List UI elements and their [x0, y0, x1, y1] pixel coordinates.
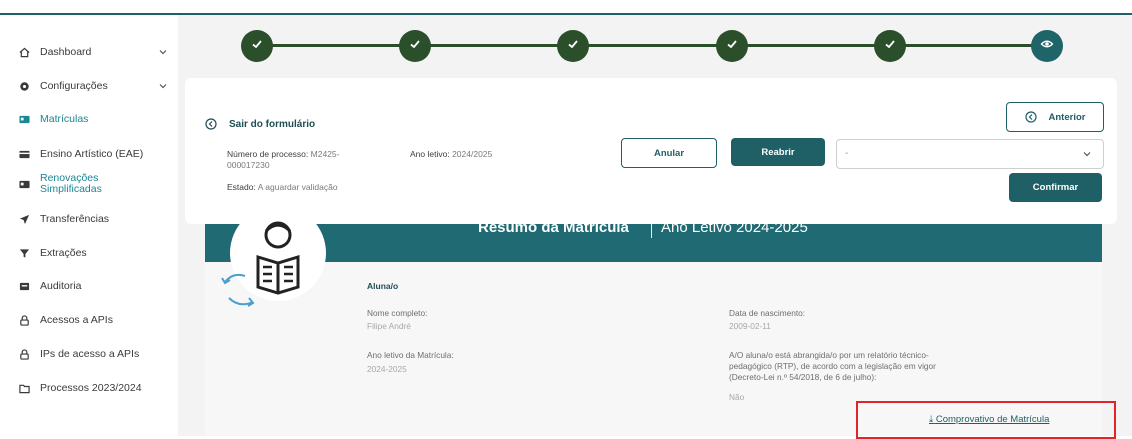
id-card-icon: [18, 178, 30, 190]
sidebar-item-ips-apis[interactable]: IPs de acesso a APIs: [18, 348, 168, 360]
full-name-label: Nome completo:: [367, 308, 428, 318]
step-3[interactable]: [557, 30, 589, 62]
sidebar-item-ensino-artistico[interactable]: Ensino Artístico (EAE): [18, 148, 168, 160]
sidebar-item-renovacoes[interactable]: Renovações Simplificadas: [18, 173, 168, 195]
state-value: A aguardar validação: [257, 182, 338, 192]
check-icon: [250, 37, 264, 56]
sidebar-item-transferencias[interactable]: Transferências: [18, 213, 168, 225]
sidebar-item-label: Acessos a APIs: [40, 314, 113, 326]
sidebar-item-label: Dashboard: [40, 46, 92, 58]
check-icon: [725, 37, 739, 56]
state-field: Estado: A aguardar validação: [227, 182, 338, 193]
action-select[interactable]: -: [836, 139, 1104, 169]
birth-date-value: 2009-02-11: [729, 321, 771, 331]
rtp-value: Não: [729, 392, 745, 402]
summary-title-separator: [651, 221, 652, 238]
home-icon: [18, 46, 30, 58]
process-number-field: Número de processo: M2425- 000017230: [227, 149, 377, 171]
sidebar-item-label: Auditoria: [40, 280, 82, 292]
sidebar-item-acessos-apis[interactable]: Acessos a APIs: [18, 314, 168, 326]
full-name-value: Filipe André: [367, 321, 411, 331]
summary-banner: [205, 224, 1102, 262]
id-card-icon: [18, 113, 30, 125]
enrollment-year-label: Ano letivo da Matrícula:: [367, 350, 454, 360]
lock-icon: [18, 314, 30, 326]
sidebar-item-processos[interactable]: Processos 2023/2024: [18, 382, 168, 394]
exit-form-link[interactable]: Sair do formulário: [205, 118, 315, 130]
rtp-question-label: A/O aluna/o está abrangida/o por um rela…: [729, 350, 1029, 383]
reabrir-button[interactable]: Reabrir: [731, 138, 825, 166]
sidebar-item-label: Configurações: [40, 80, 108, 92]
step-4[interactable]: [716, 30, 748, 62]
summary-title: Resumo da Matrícula: [478, 219, 629, 236]
state-label: Estado:: [227, 182, 256, 192]
student-section-label: Aluna/o: [367, 281, 399, 291]
anular-button[interactable]: Anular: [621, 138, 717, 168]
stepper-track: [257, 44, 1043, 47]
sidebar-item-label: Renovações Simplificadas: [40, 172, 102, 195]
enrollment-year-value: 2024-2025: [367, 364, 407, 374]
folder-icon: [18, 382, 30, 394]
check-icon: [408, 37, 422, 56]
sidebar-item-label: Transferências: [40, 213, 110, 225]
summary-subtitle: Ano Letivo 2024-2025: [661, 219, 808, 236]
lock-icon: [18, 348, 30, 360]
rtp-line-2: pedagógico (RTP), de acordo com a legisl…: [729, 361, 936, 371]
confirmar-button[interactable]: Confirmar: [1009, 173, 1102, 202]
school-year-label: Ano letivo:: [410, 149, 450, 159]
card-icon: [18, 148, 30, 160]
school-year-value: 2024/2025: [452, 149, 493, 159]
sidebar-item-matriculas[interactable]: Matrículas: [18, 113, 168, 125]
chevron-down-icon[interactable]: [158, 46, 168, 58]
sidebar: [0, 15, 178, 436]
highlight-box: [856, 401, 1116, 439]
sidebar-item-dashboard[interactable]: Dashboard: [18, 46, 168, 58]
inbox-icon: [18, 280, 30, 292]
eye-icon: [1040, 37, 1054, 56]
chevron-down-icon[interactable]: [158, 80, 168, 92]
anterior-button[interactable]: Anterior: [1006, 102, 1104, 132]
sidebar-item-label: Processos 2023/2024: [40, 382, 142, 394]
sidebar-item-auditoria[interactable]: Auditoria: [18, 280, 168, 292]
step-5[interactable]: [874, 30, 906, 62]
exit-form-label: Sair do formulário: [229, 118, 316, 130]
check-icon: [883, 37, 897, 56]
chevron-left-circle-icon: [205, 118, 217, 130]
sidebar-item-configuracoes[interactable]: Configurações: [18, 80, 168, 92]
step-6-current[interactable]: [1031, 30, 1063, 62]
school-year-field: Ano letivo: 2024/2025: [410, 149, 492, 160]
process-number-label: Número de processo:: [227, 149, 309, 159]
sidebar-item-label: Ensino Artístico (EAE): [40, 148, 144, 160]
send-icon: [18, 213, 30, 225]
sidebar-item-label: IPs de acesso a APIs: [40, 348, 140, 360]
check-icon: [566, 37, 580, 56]
process-number-value-1: M2425-: [310, 149, 340, 159]
filter-icon: [18, 247, 30, 259]
chevron-left-circle-icon: [1024, 111, 1037, 123]
refresh-arrows-icon: [221, 273, 255, 307]
birth-date-label: Data de nascimento:: [729, 308, 806, 318]
sidebar-item-extracoes[interactable]: Extrações: [18, 247, 168, 259]
process-number-value-2: 000017230: [227, 160, 270, 170]
rtp-line-1: A/O aluna/o está abrangida/o por um rela…: [729, 350, 929, 360]
sidebar-item-label: Extrações: [40, 247, 87, 259]
anterior-label: Anterior: [1048, 111, 1086, 123]
sidebar-item-label: Matrículas: [40, 113, 89, 125]
gear-icon: [18, 80, 30, 92]
action-select-value: -: [845, 148, 849, 159]
rtp-line-3: (Decreto-Lei n.º 54/2018, de 6 de julho)…: [729, 372, 877, 382]
chevron-down-icon: [1083, 150, 1091, 158]
step-2[interactable]: [399, 30, 431, 62]
step-1[interactable]: [241, 30, 273, 62]
